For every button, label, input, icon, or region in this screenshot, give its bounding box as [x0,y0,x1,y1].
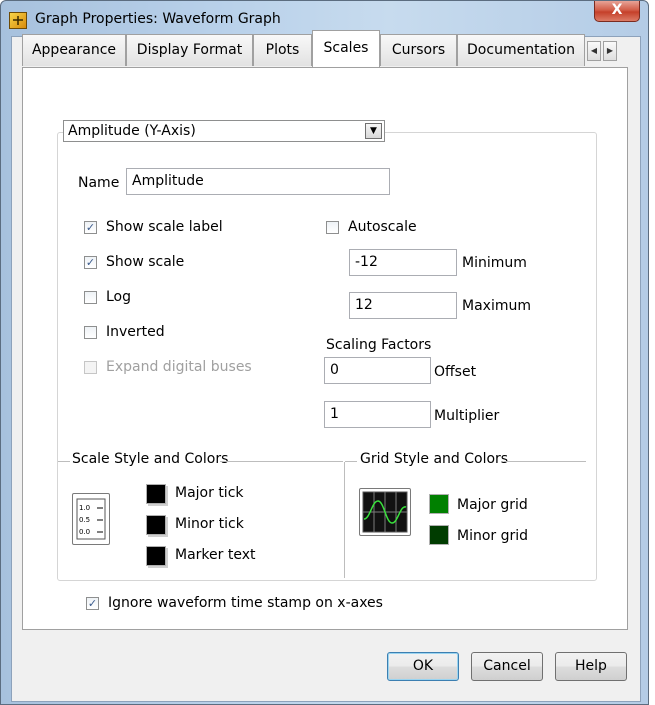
minor-tick-label: Minor tick [175,516,244,532]
chevron-left-icon[interactable]: ◀ [587,41,601,61]
major-tick-color-swatch[interactable] [146,484,166,504]
major-grid-color-swatch[interactable] [429,494,449,514]
offset-label: Offset [434,364,477,380]
scale-icon-tick-label: 0.5 [79,516,90,524]
grid-style-button[interactable] [359,488,411,536]
tab-scales[interactable]: Scales [312,30,380,67]
window-title: Graph Properties: Waveform Graph [35,11,281,27]
marker-text-color-swatch[interactable] [146,546,166,566]
maximum-label: Maximum [462,298,531,314]
expand-digital-buses-text: Expand digital buses [106,359,252,375]
ignore-timestamp-text: Ignore waveform time stamp on x-axes [108,595,383,611]
scale-style-icon: 1.0 0.5 0.0 [76,498,106,540]
tab-label: Plots [265,42,300,58]
marker-text-label: Marker text [175,547,256,563]
scale-icon-tick-label: 1.0 [79,504,90,512]
expand-digital-buses-checkbox [84,361,97,374]
cancel-button[interactable]: Cancel [471,652,543,681]
section-divider [220,461,343,462]
major-tick-label: Major tick [175,485,244,501]
maximum-input[interactable]: 12 [349,292,457,319]
tab-appearance[interactable]: Appearance [22,34,126,66]
close-button[interactable]: X [594,1,640,22]
scale-style-title: Scale Style and Colors [72,451,229,467]
help-button[interactable]: Help [555,652,627,681]
scale-icon-tick-label: 0.0 [79,528,90,536]
autoscale-checkbox[interactable] [326,221,339,234]
offset-input[interactable]: 0 [324,357,431,384]
minimum-input[interactable]: -12 [349,249,457,276]
ok-button[interactable]: OK [387,652,459,681]
chevron-right-icon[interactable]: ▶ [603,41,617,61]
labview-icon [9,12,27,29]
tab-documentation[interactable]: Documentation [457,34,585,66]
tab-label: Scales [323,40,369,56]
show-scale-label-checkbox[interactable]: ✓ [84,221,97,234]
log-checkbox[interactable] [84,291,97,304]
dropdown-arrow-icon[interactable]: ▼ [365,123,382,139]
tab-display-format[interactable]: Display Format [126,34,253,66]
tab-label: Documentation [467,42,575,58]
section-divider [345,461,357,462]
minor-grid-color-swatch[interactable] [429,525,449,545]
major-grid-label: Major grid [457,497,528,513]
section-divider [58,461,70,462]
ignore-timestamp-checkbox[interactable]: ✓ [86,597,99,610]
tab-plots[interactable]: Plots [253,34,312,66]
log-text: Log [106,289,132,305]
scaling-factors-title: Scaling Factors [326,337,432,353]
grid-style-title: Grid Style and Colors [360,451,509,467]
minimum-label: Minimum [462,255,527,271]
show-scale-checkbox[interactable]: ✓ [84,256,97,269]
name-input[interactable]: Amplitude [126,168,390,195]
tab-label: Cursors [391,42,446,58]
tab-cursors[interactable]: Cursors [380,34,457,66]
multiplier-input[interactable]: 1 [324,401,431,428]
minor-grid-label: Minor grid [457,528,529,544]
section-divider [504,461,586,462]
scale-style-button[interactable]: 1.0 0.5 0.0 [72,493,110,545]
scale-select-value: Amplitude (Y-Axis) [68,123,196,139]
autoscale-text: Autoscale [348,219,417,235]
scale-select[interactable]: Amplitude (Y-Axis) ▼ [63,120,385,142]
multiplier-label: Multiplier [434,408,500,424]
name-label: Name [78,175,120,191]
inverted-checkbox[interactable] [84,326,97,339]
minor-tick-color-swatch[interactable] [146,515,166,535]
inverted-text: Inverted [106,324,165,340]
show-scale-text: Show scale [106,254,185,270]
show-scale-label-text: Show scale label [106,219,223,235]
tab-label: Appearance [31,42,117,58]
tab-label: Display Format [136,42,243,58]
grid-style-icon [362,491,408,533]
section-divider [344,462,345,578]
